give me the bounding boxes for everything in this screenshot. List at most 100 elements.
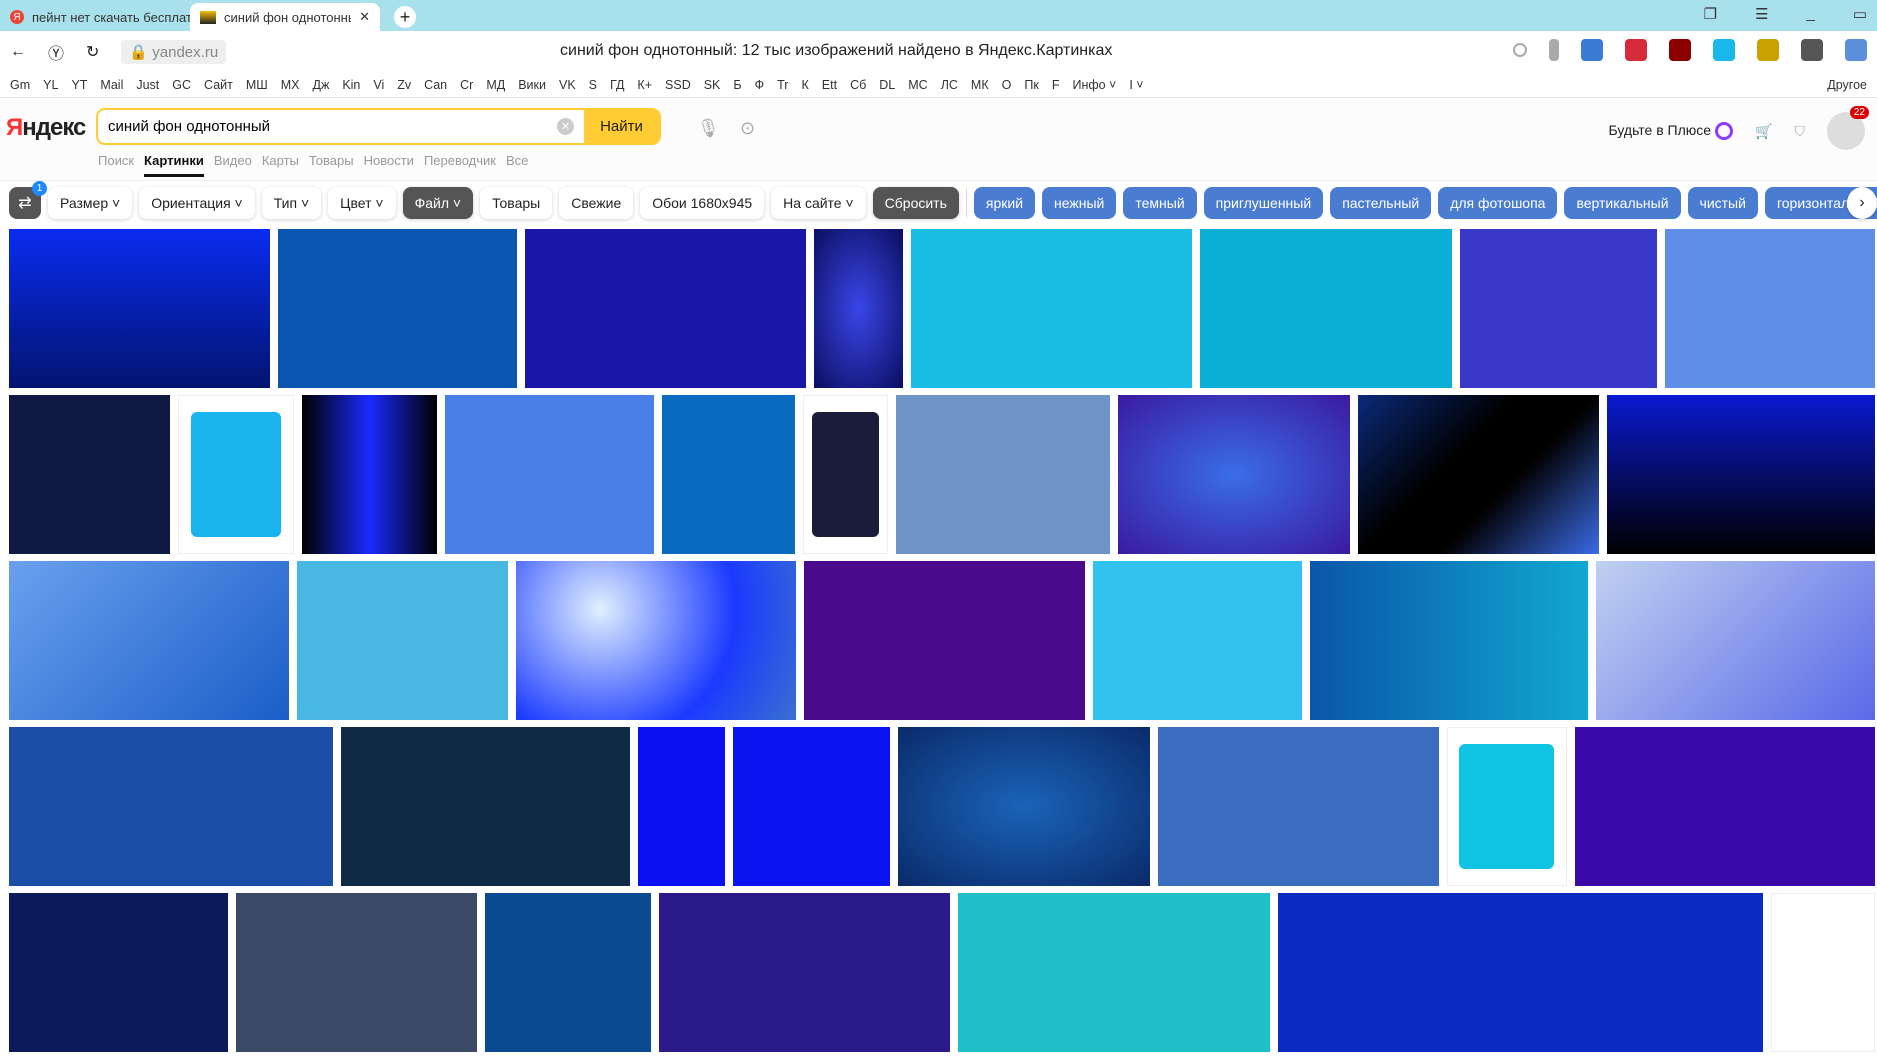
minimize-icon[interactable]: _ [1806, 5, 1814, 23]
image-thumbnail[interactable] [178, 395, 294, 554]
microphone-icon[interactable]: 🎙 [697, 118, 720, 139]
image-thumbnail[interactable] [9, 561, 290, 720]
bookmark-item[interactable]: Kin [342, 78, 360, 92]
service-2[interactable]: Видео [214, 153, 252, 177]
avatar[interactable]: 22 [1827, 106, 1869, 150]
tab-0[interactable]: Япейнт нет скачать бесплатно [0, 3, 190, 31]
ublock-icon[interactable] [1669, 39, 1691, 61]
filter-button[interactable]: На сайте ˅ [771, 186, 866, 219]
image-thumbnail[interactable] [524, 229, 807, 388]
service-7[interactable]: Все [506, 153, 528, 177]
bookmark-item[interactable]: МК [971, 78, 989, 92]
image-thumbnail[interactable] [9, 727, 333, 886]
bookmark-item[interactable]: Б [733, 78, 741, 92]
bookmark-item[interactable]: ГД [610, 78, 624, 92]
image-thumbnail[interactable] [1357, 395, 1600, 554]
tag-button[interactable]: нежный [1042, 186, 1117, 219]
bookmark-item[interactable]: К+ [637, 78, 652, 92]
bookmark-item[interactable]: Вики [518, 78, 546, 92]
bookmark-icon[interactable] [1549, 39, 1559, 61]
bookmark-item[interactable]: GC [172, 78, 191, 92]
yandex-icon[interactable]: Ⓨ [48, 40, 64, 64]
filter-button[interactable]: Файл ˅ [402, 186, 474, 219]
image-thumbnail[interactable] [1575, 727, 1875, 886]
extension-icon[interactable] [1757, 39, 1779, 61]
filter-button[interactable]: Цвет ˅ [328, 186, 396, 219]
image-thumbnail[interactable] [637, 727, 726, 886]
bookmark-item[interactable]: Vi [373, 78, 384, 92]
image-thumbnail[interactable] [297, 561, 509, 720]
bookmark-item[interactable]: МХ [281, 78, 300, 92]
tag-button[interactable]: чистый [1687, 186, 1758, 219]
service-4[interactable]: Товары [309, 153, 354, 177]
image-thumbnail[interactable] [802, 395, 889, 554]
image-thumbnail[interactable] [661, 395, 795, 554]
bookmark-item[interactable]: Cr [460, 78, 473, 92]
tag-button[interactable]: вертикальный [1564, 186, 1681, 219]
tag-button[interactable]: для фотошопа [1438, 186, 1558, 219]
shield-icon[interactable]: ⛉ [1795, 123, 1806, 140]
image-thumbnail[interactable] [9, 893, 229, 1052]
service-3[interactable]: Карты [262, 153, 299, 177]
bookmark-item[interactable]: О [1002, 78, 1012, 92]
extension-icon[interactable] [1625, 39, 1647, 61]
menu-icon[interactable]: ☰ [1755, 5, 1768, 23]
image-thumbnail[interactable] [1310, 561, 1588, 720]
bookmarks-other[interactable]: Другое [1827, 78, 1867, 92]
service-1[interactable]: Картинки [144, 153, 204, 177]
filter-button[interactable]: Свежие [559, 186, 634, 219]
image-thumbnail[interactable] [301, 395, 437, 554]
camera-search-icon[interactable]: ⊙ [740, 118, 755, 139]
image-thumbnail[interactable] [1665, 229, 1875, 388]
extension-icon[interactable] [1581, 39, 1603, 61]
bookmark-item[interactable]: ЛС [941, 78, 958, 92]
bookmark-item[interactable]: Ф [755, 78, 765, 92]
extension-icon[interactable] [1801, 39, 1823, 61]
tag-button[interactable]: яркий [973, 186, 1036, 219]
image-thumbnail[interactable] [804, 561, 1085, 720]
yandex-logo[interactable]: Яндекс [6, 114, 86, 142]
find-button[interactable]: Найти [584, 110, 659, 143]
image-thumbnail[interactable] [1200, 229, 1452, 388]
image-thumbnail[interactable] [733, 727, 891, 886]
bookmark-item[interactable]: Инфо ˅ [1072, 78, 1116, 92]
bookmark-item[interactable]: Tr [777, 78, 788, 92]
bookmark-item[interactable]: F [1052, 78, 1060, 92]
image-thumbnail[interactable] [896, 395, 1111, 554]
bookmark-item[interactable]: S [589, 78, 597, 92]
bookmark-item[interactable]: Mail [100, 78, 123, 92]
image-thumbnail[interactable] [898, 727, 1151, 886]
bookmark-item[interactable]: Just [136, 78, 159, 92]
bookmark-item[interactable]: Ett [822, 78, 837, 92]
image-thumbnail[interactable] [236, 893, 478, 1052]
service-5[interactable]: Новости [364, 153, 414, 177]
service-0[interactable]: Поиск [98, 153, 134, 177]
plus-link[interactable]: Будьте в Плюсе [1609, 122, 1734, 141]
bookmarks-icon[interactable]: ❐ [1704, 5, 1717, 23]
bookmark-item[interactable]: YT [71, 78, 87, 92]
bookmark-item[interactable]: Zv [397, 78, 411, 92]
cart-icon[interactable]: 🛒 [1755, 123, 1772, 140]
url-field[interactable]: 🔒 yandex.ru [121, 39, 227, 64]
bookmark-item[interactable]: Дж [312, 78, 329, 92]
image-thumbnail[interactable] [485, 893, 651, 1052]
filter-button[interactable]: Обои 1680x945 [640, 186, 765, 219]
filter-button[interactable]: Сбросить [872, 186, 959, 219]
bookmark-item[interactable]: SSD [665, 78, 691, 92]
search-input[interactable] [98, 118, 557, 135]
image-thumbnail[interactable] [516, 561, 797, 720]
vimeo-icon[interactable] [1713, 39, 1735, 61]
tag-button[interactable]: пастельный [1330, 186, 1432, 219]
image-thumbnail[interactable] [1771, 893, 1876, 1052]
image-thumbnail[interactable] [9, 395, 171, 554]
reload-icon[interactable]: ↻ [86, 42, 99, 62]
filter-button[interactable]: Тип ˅ [261, 186, 322, 219]
filter-button[interactable]: Ориентация ˅ [139, 186, 255, 219]
image-thumbnail[interactable] [1459, 229, 1658, 388]
bookmark-item[interactable]: DL [879, 78, 895, 92]
filter-button[interactable]: Товары [480, 186, 553, 219]
bookmark-item[interactable]: МС [908, 78, 927, 92]
image-thumbnail[interactable] [1595, 561, 1875, 720]
image-thumbnail[interactable] [1092, 561, 1303, 720]
next-arrow-button[interactable]: › [1847, 187, 1877, 219]
